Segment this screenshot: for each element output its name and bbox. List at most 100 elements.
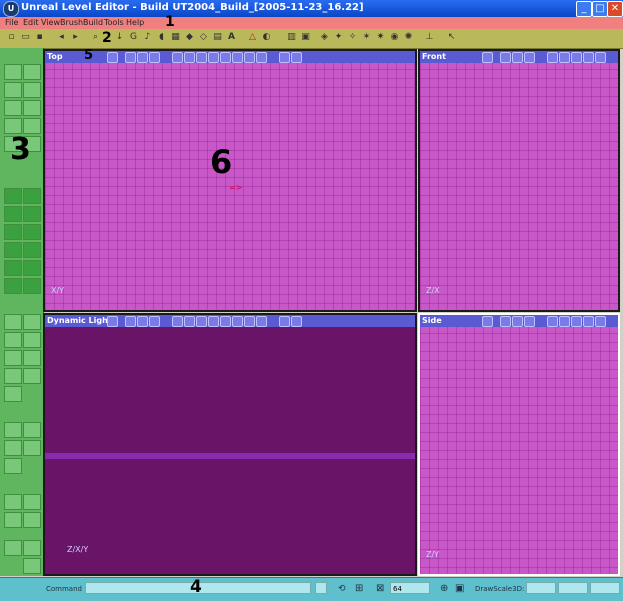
undo-icon[interactable]: ◂ (55, 31, 68, 44)
build-ai-icon[interactable]: ◉ (388, 31, 401, 44)
camera-mode-icon[interactable] (4, 64, 22, 80)
snap-toggle-icon[interactable]: ⊠ (376, 583, 384, 594)
rotate-icon[interactable] (23, 82, 41, 98)
select-all-icon[interactable] (4, 422, 22, 438)
undo-history-icon[interactable]: ⟲ (338, 584, 346, 594)
view-mode-front-icon[interactable] (512, 52, 523, 63)
zone-icon[interactable] (559, 52, 570, 63)
grid-size-select[interactable]: 64 (390, 582, 430, 594)
lighting-only-icon[interactable] (256, 316, 267, 327)
maximize-button[interactable]: □ (592, 1, 608, 17)
zone-icon[interactable] (559, 316, 570, 327)
mesh-browser-icon[interactable]: ◆ (183, 31, 196, 44)
textured-icon[interactable] (595, 316, 606, 327)
drawscale-x-input[interactable] (526, 582, 556, 594)
minimize-button[interactable]: _ (576, 1, 592, 17)
log-window-icon[interactable] (23, 540, 41, 556)
grid-toggle-icon[interactable]: ⊞ (355, 583, 363, 594)
dynamic-light-icon[interactable] (232, 316, 243, 327)
redo-icon[interactable]: ▸ (69, 31, 82, 44)
bsp-cuts-icon[interactable] (208, 316, 219, 327)
texture-usage-icon[interactable] (571, 52, 582, 63)
intersect-icon[interactable] (4, 332, 22, 348)
build-geometry-icon[interactable]: ◈ (318, 31, 331, 44)
build-paths-icon[interactable]: ✧ (346, 31, 359, 44)
hide-selected-icon[interactable] (4, 458, 22, 474)
viewport-side[interactable]: Side Z/Y (418, 313, 620, 576)
invert-selection-icon[interactable] (4, 440, 22, 456)
rotation-snap-icon[interactable]: ⊕ (440, 583, 448, 594)
add-static-mesh-icon[interactable] (23, 368, 41, 384)
view-mode-top-icon[interactable] (500, 316, 511, 327)
group-browser-icon[interactable]: G (127, 31, 140, 44)
terrain-builder-icon[interactable] (23, 260, 41, 276)
add-volume-icon[interactable] (23, 350, 41, 366)
view-mode-top-icon[interactable] (125, 52, 136, 63)
add-special-icon[interactable] (4, 350, 22, 366)
menu-view[interactable]: View (41, 18, 60, 27)
cube-builder-icon[interactable] (4, 188, 22, 204)
dynamic-light-icon[interactable] (232, 52, 243, 63)
build-all-icon[interactable]: ✶ (360, 31, 373, 44)
vertex-snap-icon[interactable]: ▣ (455, 583, 464, 594)
sound-browser-icon[interactable]: ◖ (155, 31, 168, 44)
vertex-edit-icon[interactable] (23, 64, 41, 80)
zone-icon[interactable] (184, 52, 195, 63)
player-start-marker[interactable]: => (229, 183, 242, 192)
unlit-icon[interactable] (244, 316, 255, 327)
mirror-y-icon[interactable] (23, 494, 41, 510)
new-file-icon[interactable]: ▫ (5, 31, 18, 44)
command-go-button[interactable] (315, 582, 327, 594)
find-actors-icon[interactable]: ⌕ (89, 31, 102, 44)
brush-clip-icon[interactable] (4, 100, 22, 116)
prefab-browser-icon[interactable]: ▣ (299, 31, 312, 44)
texture-usage-icon[interactable] (196, 316, 207, 327)
music-browser-icon[interactable]: ♪ (141, 31, 154, 44)
mirror-z-icon[interactable] (4, 512, 22, 528)
zone-icon[interactable] (184, 316, 195, 327)
close-button[interactable]: ✕ (607, 1, 623, 17)
viewport-lock-icon[interactable] (291, 316, 302, 327)
wireframe-icon[interactable] (547, 316, 558, 327)
viewport-dynamic-light[interactable]: Dynamic Light Z/X/Y (43, 313, 417, 576)
wireframe-icon[interactable] (172, 52, 183, 63)
stair-builder-icon[interactable] (4, 206, 22, 222)
unlit-icon[interactable] (244, 52, 255, 63)
bsp-cuts-icon[interactable] (583, 52, 594, 63)
face-drag-icon[interactable] (23, 100, 41, 116)
view-mode-side-icon[interactable] (149, 316, 160, 327)
view-mode-front-icon[interactable] (512, 316, 523, 327)
play-level-icon[interactable]: ⊥ (423, 31, 436, 44)
bsp-cuts-icon[interactable] (583, 316, 594, 327)
textured-icon[interactable] (220, 316, 231, 327)
realtime-preview-icon[interactable] (107, 52, 118, 63)
textured-icon[interactable] (595, 52, 606, 63)
maximize-viewport-icon[interactable] (23, 558, 41, 574)
menu-tools[interactable]: Tools (104, 18, 124, 27)
select-none-icon[interactable] (23, 422, 41, 438)
search-actor-icon[interactable] (4, 540, 22, 556)
wireframe-icon[interactable] (547, 52, 558, 63)
cylinder-builder-icon[interactable] (4, 242, 22, 258)
curved-stair-icon[interactable] (4, 224, 22, 240)
build-lighting-icon[interactable]: ✦ (332, 31, 345, 44)
volumetric-builder-icon[interactable] (4, 260, 22, 276)
text-font-icon[interactable]: A (225, 31, 238, 44)
menu-edit[interactable]: Edit (23, 18, 39, 27)
viewport-top[interactable]: Top 5 6 => X/Y (43, 48, 417, 312)
wireframe-icon[interactable] (172, 316, 183, 327)
lod-builder-icon[interactable] (4, 278, 22, 294)
subtract-brush-icon[interactable] (23, 314, 41, 330)
show-selected-icon[interactable] (23, 440, 41, 456)
texture-browser-icon[interactable]: ▦ (169, 31, 182, 44)
texture-usage-icon[interactable] (196, 52, 207, 63)
add-brush-icon[interactable] (4, 314, 22, 330)
view-mode-top-icon[interactable] (500, 52, 511, 63)
pointer-icon[interactable]: ↖ (445, 31, 458, 44)
deintersect-icon[interactable] (23, 332, 41, 348)
matinee-icon[interactable]: ◐ (260, 31, 273, 44)
viewport-options-icon[interactable] (279, 316, 290, 327)
sheet-builder-icon[interactable] (23, 188, 41, 204)
view-mode-side-icon[interactable] (524, 316, 535, 327)
texture-usage-icon[interactable] (571, 316, 582, 327)
